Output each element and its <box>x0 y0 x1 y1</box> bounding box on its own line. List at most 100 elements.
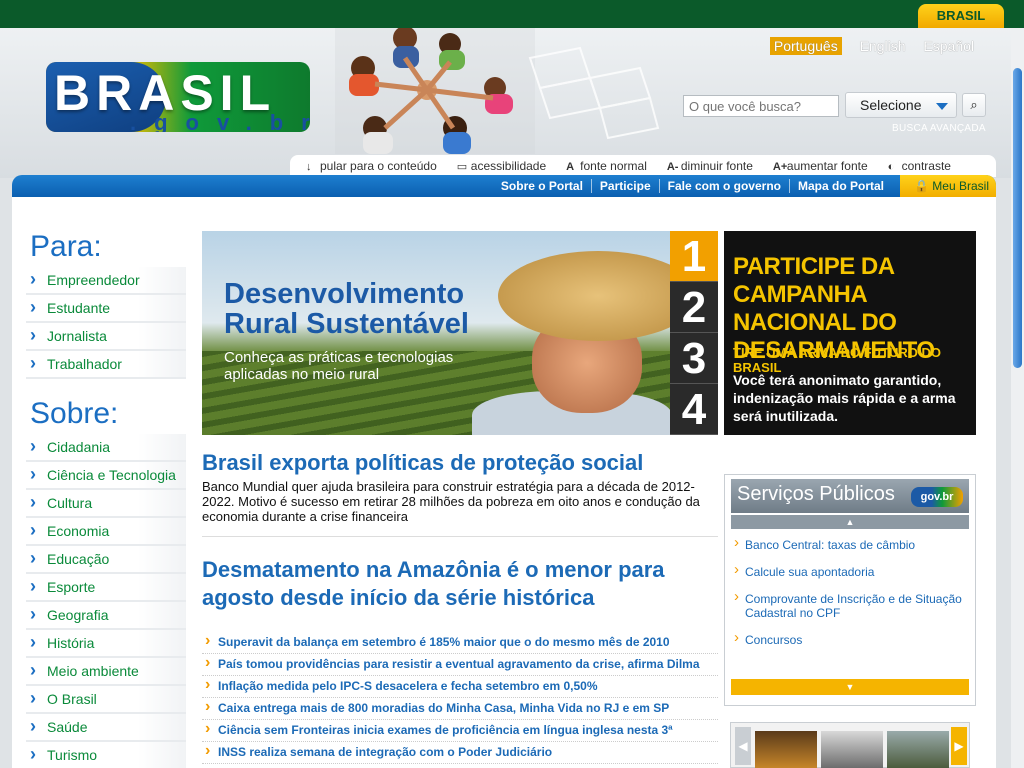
search-icon: ⌕ <box>970 97 978 112</box>
font-decrease-icon: A- <box>666 161 679 173</box>
gov-top-bar: BRASIL <box>0 0 1024 28</box>
services-list: Banco Central: taxas de câmbio Calcule s… <box>731 533 969 655</box>
sidebar-item-o-brasil[interactable]: O Brasil <box>26 685 186 714</box>
services-header: Serviços Públicos gov.br <box>731 479 969 513</box>
headline-item[interactable]: Superavit da balança em setembro é 185% … <box>202 632 718 654</box>
select-label: Selecione <box>860 97 922 113</box>
language-selector: Português English Español <box>756 37 974 55</box>
nav-participe[interactable]: Participe <box>590 179 659 193</box>
scroll-down-button[interactable]: ▼ <box>731 679 969 695</box>
banner-page-4[interactable]: 4 <box>670 384 718 435</box>
lang-portugues[interactable]: Português <box>769 37 842 55</box>
children-photo <box>335 28 535 154</box>
font-increase-link[interactable]: A+aumentar fonte <box>773 159 868 173</box>
accessibility-link[interactable]: ▭ acessibilidade <box>457 159 546 173</box>
sidebar-item-jornalista[interactable]: Jornalista <box>26 322 186 351</box>
headline-item[interactable]: Caixa entrega mais de 800 moradias do Mi… <box>202 698 718 720</box>
public-services-box: Serviços Públicos gov.br ▲ Banco Central… <box>724 474 976 706</box>
font-decrease-link[interactable]: A-diminuir fonte <box>667 159 753 173</box>
service-item[interactable]: Calcule sua apontadoria <box>731 560 969 587</box>
lang-english[interactable]: English <box>860 38 906 54</box>
lock-icon: 🔒 <box>914 179 929 193</box>
sidebar-item-cidadania[interactable]: Cidadania <box>26 433 186 462</box>
chevron-up-icon: ▲ <box>845 517 855 527</box>
sidebar-item-estudante[interactable]: Estudante <box>26 294 186 323</box>
scrollbar-thumb[interactable] <box>1013 68 1022 368</box>
service-item[interactable]: Comprovante de Inscrição e de Situação C… <box>731 587 969 628</box>
sidebar-item-saude[interactable]: Saúde <box>26 713 186 742</box>
sidebar-item-economia[interactable]: Economia <box>26 517 186 546</box>
banner-pager: 1 2 3 4 <box>670 231 718 435</box>
arrow-down-icon: ↓ <box>306 161 312 173</box>
search-button[interactable]: ⌕ <box>962 93 986 117</box>
logo-subtext: .gov.br <box>130 110 310 132</box>
brasil-gov-badge[interactable]: BRASIL <box>918 4 1004 28</box>
page-scrollbar[interactable] <box>1011 28 1024 768</box>
sidebar-item-trabalhador[interactable]: Trabalhador <box>26 350 186 379</box>
headline-item[interactable]: Ciência sem Fronteiras inicia exames de … <box>202 720 718 742</box>
headline-item[interactable]: INSS realiza semana de integração com o … <box>202 742 718 764</box>
font-icon: A <box>566 161 575 173</box>
govbr-logo[interactable]: gov.br <box>911 487 963 507</box>
lang-espanol[interactable]: Español <box>923 38 974 54</box>
font-normal-link[interactable]: Afonte normal <box>566 159 647 173</box>
photo-gallery: ◀ ▶ <box>730 722 970 768</box>
banner-title: Desenvolvimento Rural Sustentável <box>224 278 469 340</box>
lead-news-title-2[interactable]: Desmatamento na Amazônia é o menor para … <box>202 556 712 612</box>
contrast-link[interactable]: ◐ contraste <box>888 159 951 173</box>
sidebar-item-meio-ambiente[interactable]: Meio ambiente <box>26 657 186 686</box>
children-illustration <box>335 28 535 154</box>
brasil-gov-logo[interactable]: BRASIL .gov.br <box>46 62 310 132</box>
hopscotch-drawing <box>528 46 660 140</box>
main-nav-bar: Sobre o Portal Participe Fale com o gove… <box>12 175 996 197</box>
nav-links: Sobre o Portal Participe Fale com o gove… <box>493 175 892 197</box>
chevron-down-icon: ▼ <box>845 682 855 692</box>
banner-page-3[interactable]: 3 <box>670 333 718 384</box>
monitor-icon: ▭ <box>456 161 468 173</box>
banner-subtitle: Conheça as práticas e tecnologias aplica… <box>224 349 454 383</box>
sidebar-item-ciencia-tecnologia[interactable]: Ciência e Tecnologia <box>26 461 186 490</box>
disarmament-campaign-banner[interactable]: PARTICIPE DA CAMPANHA NACIONAL DO DESARM… <box>724 231 976 435</box>
advanced-search-link[interactable]: BUSCA AVANÇADA <box>892 123 986 134</box>
nav-fale-governo[interactable]: Fale com o governo <box>658 179 789 193</box>
headline-item[interactable]: País tomou providências para resistir a … <box>202 654 718 676</box>
sidebar-item-educacao[interactable]: Educação <box>26 545 186 574</box>
accessibility-bar: ↓ pular para o conteúdo ▭ acessibilidade A… <box>290 155 996 177</box>
meu-brasil-button[interactable]: 🔒 Meu Brasil <box>900 175 996 197</box>
skip-to-content-link[interactable]: ↓ pular para o conteúdo <box>306 159 437 173</box>
sidebar-item-esporte[interactable]: Esporte <box>26 573 186 602</box>
chevron-right-icon: ▶ <box>954 739 964 753</box>
sidebar-item-turismo[interactable]: Turismo <box>26 741 186 768</box>
service-item[interactable]: Banco Central: taxas de câmbio <box>731 533 969 560</box>
headline-item[interactable]: Inflação medida pelo IPC-S desacelera e … <box>202 676 718 698</box>
lead-news-text-1: Banco Mundial quer ajuda brasileira para… <box>202 479 700 524</box>
gallery-thumbnail[interactable] <box>887 731 949 768</box>
sidebar-item-historia[interactable]: História <box>26 629 186 658</box>
chevron-down-icon <box>936 103 948 110</box>
nav-mapa-portal[interactable]: Mapa do Portal <box>788 179 892 193</box>
site-header: BRASIL .gov.br Português English Español… <box>0 28 1024 178</box>
sidebar-item-cultura[interactable]: Cultura <box>26 489 186 518</box>
gallery-prev-button[interactable]: ◀ <box>735 727 751 765</box>
featured-banner[interactable]: Desenvolvimento Rural Sustentável Conheç… <box>202 231 718 435</box>
gallery-next-button[interactable]: ▶ <box>951 727 967 765</box>
sidebar-item-empreendedor[interactable]: Empreendedor <box>26 266 186 295</box>
chevron-left-icon: ◀ <box>738 739 748 753</box>
sobre-list: Cidadania Ciência e Tecnologia Cultura E… <box>26 433 186 768</box>
nav-sobre-portal[interactable]: Sobre o Portal <box>493 179 591 193</box>
search-input[interactable] <box>683 95 839 117</box>
gallery-thumbnail[interactable] <box>821 731 883 768</box>
banner-page-1[interactable]: 1 <box>670 231 718 282</box>
gallery-thumbnail[interactable] <box>755 731 817 768</box>
search-category-select[interactable]: Selecione <box>845 92 957 118</box>
sobre-heading: Sobre: <box>30 397 119 430</box>
contrast-icon: ◐ <box>887 161 895 173</box>
sidebar-item-geografia[interactable]: Geografia <box>26 601 186 630</box>
lead-news-title-1[interactable]: Brasil exporta políticas de proteção soc… <box>202 450 702 476</box>
service-item[interactable]: Concursos <box>731 628 969 655</box>
services-title: Serviços Públicos <box>737 483 895 505</box>
banner-page-2[interactable]: 2 <box>670 282 718 333</box>
headline-list: Superavit da balança em setembro é 185% … <box>202 632 718 764</box>
scroll-up-button[interactable]: ▲ <box>731 515 969 529</box>
campaign-text: Você terá anonimato garantido, indenizaç… <box>733 372 956 424</box>
